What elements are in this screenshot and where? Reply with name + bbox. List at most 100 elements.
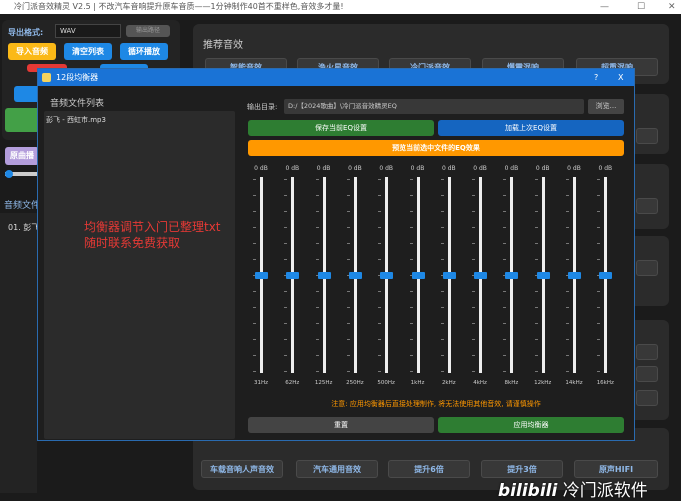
slider-tick xyxy=(503,243,507,244)
file-list-item[interactable]: 彭飞 - 西虹市.mp3 xyxy=(46,115,106,125)
effect-btn[interactable] xyxy=(636,128,658,144)
band-slider-handle[interactable] xyxy=(317,272,331,279)
car-vocal-effect-button[interactable]: 车载音响人声音效 xyxy=(201,460,283,478)
maximize-button[interactable]: ☐ xyxy=(637,0,645,14)
effect-btn[interactable] xyxy=(636,198,658,214)
slider-tick xyxy=(315,371,319,372)
apply-eq-button[interactable]: 应用均衡器 xyxy=(438,417,624,433)
slider-tick xyxy=(597,179,601,180)
slider-tick xyxy=(284,195,288,196)
slider-tick xyxy=(315,179,319,180)
slider-tick xyxy=(503,291,507,292)
slider-tick xyxy=(346,243,350,244)
file-list[interactable]: 彭飞 - 西虹市.mp3 xyxy=(44,111,235,439)
band-slider-handle[interactable] xyxy=(599,272,613,279)
slider-tick xyxy=(378,291,382,292)
loop-play-button[interactable]: 循环播放 xyxy=(120,43,168,60)
slider-tick xyxy=(534,179,538,180)
slider-tick xyxy=(440,291,444,292)
effect-btn[interactable] xyxy=(636,260,658,276)
band-frequency: 16kHz xyxy=(596,380,614,386)
band-slider-handle[interactable] xyxy=(442,272,456,279)
slider-tick xyxy=(409,243,413,244)
band-gain: 0 dB xyxy=(379,165,394,172)
minimize-button[interactable]: — xyxy=(600,0,609,14)
eq-band: 0 dB 500Hz xyxy=(371,165,401,387)
band-slider-handle[interactable] xyxy=(380,272,394,279)
band-slider-handle[interactable] xyxy=(568,272,581,279)
slider-tick xyxy=(534,355,538,356)
dialog-title: 12段均衡器 xyxy=(56,73,99,82)
effect-btn[interactable] xyxy=(636,366,658,382)
eq-band: 0 dB 125Hz xyxy=(309,165,339,387)
effect-btn[interactable] xyxy=(636,344,658,360)
save-eq-button[interactable]: 保存当前EQ设置 xyxy=(248,120,434,136)
band-slider-handle[interactable] xyxy=(348,272,362,279)
slider-tick xyxy=(472,323,476,324)
band-slider-handle[interactable] xyxy=(286,272,300,279)
output-dir-field[interactable]: D:/【2024歌曲】\冷门派音效精灵EQ xyxy=(284,99,584,114)
browse-button[interactable]: 浏览... xyxy=(588,99,624,114)
original-play-button[interactable]: 原曲播 xyxy=(5,147,39,165)
slider-tick xyxy=(503,339,507,340)
slider-tick xyxy=(440,307,444,308)
reset-button[interactable]: 重置 xyxy=(248,417,434,433)
eq-band: 0 dB 250Hz xyxy=(340,165,370,387)
slider-tick xyxy=(315,211,319,212)
slider-tick xyxy=(409,259,413,260)
export-path-button[interactable]: 输出路径 xyxy=(126,25,170,37)
slider-tick xyxy=(409,355,413,356)
slider-tick xyxy=(440,339,444,340)
band-frequency: 2kHz xyxy=(441,380,456,386)
slider-tick xyxy=(597,371,601,372)
dialog-titlebar: 12段均衡器 ? X xyxy=(38,69,634,86)
slider-tick xyxy=(503,179,507,180)
slider-tick xyxy=(534,291,538,292)
band-slider-handle[interactable] xyxy=(536,272,550,279)
band-gain: 0 dB xyxy=(316,165,331,172)
slider-tick xyxy=(597,243,601,244)
equalizer-dialog: 12段均衡器 ? X 音频文件列表 彭飞 - 西虹市.mp3 均衡器调节入门已整… xyxy=(37,68,635,441)
green-button[interactable] xyxy=(5,108,40,132)
window-titlebar: 冷门派音效精灵 V2.5 | 不改汽车音响提升原车音质——1分钟制作40首不重样… xyxy=(0,0,681,14)
band-slider-handle[interactable] xyxy=(255,272,268,279)
help-button[interactable]: ? xyxy=(594,69,598,86)
slider-tick xyxy=(472,355,476,356)
volume-slider-handle[interactable] xyxy=(5,170,13,178)
slider-tick xyxy=(440,195,444,196)
slider-tick xyxy=(346,371,350,372)
effect-btn[interactable] xyxy=(636,390,658,406)
slider-tick xyxy=(534,307,538,308)
band-slider-handle[interactable] xyxy=(505,272,519,279)
preview-eq-button[interactable]: 预览当前选中文件的EQ效果 xyxy=(248,140,624,156)
band-gain: 0 dB xyxy=(285,165,300,172)
band-gain: 0 dB xyxy=(535,165,550,172)
boost-6x-button[interactable]: 提升6倍 xyxy=(388,460,470,478)
slider-tick xyxy=(566,179,569,180)
slider-tick xyxy=(597,259,601,260)
slider-tick xyxy=(284,339,288,340)
dialog-close-button[interactable]: X xyxy=(618,69,623,86)
slider-tick xyxy=(503,323,507,324)
eq-band: 0 dB 1kHz xyxy=(403,165,433,387)
slider-tick xyxy=(472,211,476,212)
slider-tick xyxy=(409,339,413,340)
slider-tick xyxy=(503,371,507,372)
slider-tick xyxy=(534,371,538,372)
format-select[interactable]: WAV xyxy=(55,24,121,38)
slider-tick xyxy=(253,227,256,228)
close-button[interactable]: ✕ xyxy=(668,0,676,14)
band-slider-handle[interactable] xyxy=(411,272,425,279)
load-eq-button[interactable]: 加载上次EQ设置 xyxy=(438,120,624,136)
output-dir-label: 输出目录: xyxy=(247,103,278,111)
band-slider-handle[interactable] xyxy=(474,272,488,279)
import-audio-button[interactable]: 导入音频 xyxy=(8,43,56,60)
car-general-effect-button[interactable]: 汽车通用音效 xyxy=(296,460,378,478)
slider-tick xyxy=(253,355,256,356)
band-gain: 0 dB xyxy=(567,165,581,172)
slider-tick xyxy=(566,339,569,340)
slider-tick xyxy=(409,179,413,180)
slider-tick xyxy=(472,371,476,372)
clear-list-button[interactable]: 清空列表 xyxy=(64,43,112,60)
audio-list-item[interactable]: 01. 彭飞 xyxy=(8,222,39,233)
